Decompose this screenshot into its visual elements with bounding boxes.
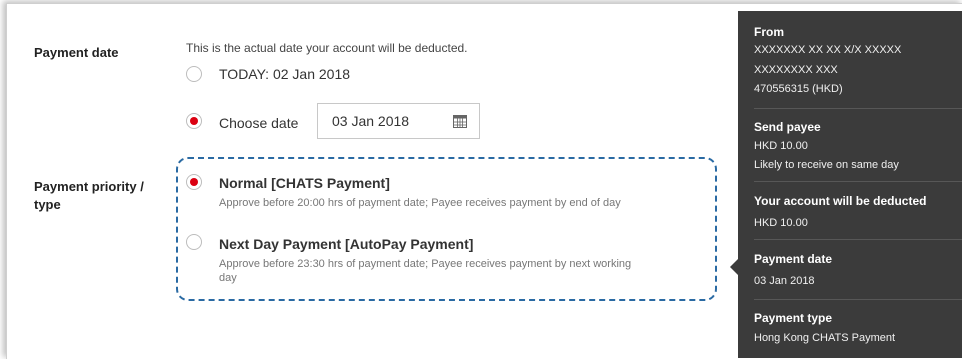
- payment-priority-label: Payment priority / type: [34, 178, 144, 214]
- summary-type-value: Hong Kong CHATS Payment: [754, 332, 896, 344]
- option-next-day-desc: Approve before 23:30 hrs of payment date…: [219, 258, 632, 270]
- summary-deduct-label: Your account will be deducted: [754, 194, 927, 208]
- summary-payee-amount: HKD 10.00: [754, 140, 808, 152]
- summary-divider: [754, 299, 962, 300]
- radio-normal-chats[interactable]: [186, 174, 202, 190]
- payment-priority-label-line2: type: [34, 197, 61, 212]
- option-next-day-title[interactable]: Next Day Payment [AutoPay Payment]: [219, 236, 473, 252]
- date-input-value: 03 Jan 2018: [332, 113, 410, 129]
- summary-from-line2: XXXXXXXX XXX: [754, 64, 838, 76]
- summary-date-value: 03 Jan 2018: [754, 275, 815, 287]
- summary-type-label: Payment type: [754, 311, 833, 325]
- summary-panel: From XXXXXXX XX XX X/X XXXXX XXXXXXXX XX…: [738, 11, 962, 358]
- date-input[interactable]: 03 Jan 2018: [317, 103, 480, 139]
- calendar-icon[interactable]: [453, 115, 467, 128]
- summary-payee-note: Likely to receive on same day: [754, 159, 899, 171]
- summary-from-account: 470556315 (HKD): [754, 83, 843, 95]
- option-choose-date-label[interactable]: Choose date: [219, 115, 298, 131]
- option-next-day-desc-cont: day: [219, 272, 237, 284]
- summary-from-line1: XXXXXXX XX XX X/X XXXXX: [754, 44, 902, 56]
- option-normal-desc: Approve before 20:00 hrs of payment date…: [219, 197, 621, 209]
- option-today-label[interactable]: TODAY: 02 Jan 2018: [219, 66, 350, 82]
- payment-priority-label-line1: Payment priority /: [34, 179, 144, 194]
- summary-from-label: From: [754, 25, 784, 39]
- summary-deduct-amount: HKD 10.00: [754, 217, 808, 229]
- radio-today[interactable]: [186, 66, 202, 82]
- summary-payee-label: Send payee: [754, 120, 821, 134]
- summary-divider: [754, 239, 962, 240]
- option-normal-title[interactable]: Normal [CHATS Payment]: [219, 175, 390, 191]
- summary-divider: [754, 108, 962, 109]
- payment-date-label: Payment date: [34, 45, 119, 60]
- payment-date-note: This is the actual date your account wil…: [186, 41, 468, 55]
- summary-divider: [754, 181, 962, 182]
- radio-choose-date[interactable]: [186, 113, 202, 129]
- radio-next-day-autopay[interactable]: [186, 234, 202, 250]
- summary-date-label: Payment date: [754, 252, 833, 266]
